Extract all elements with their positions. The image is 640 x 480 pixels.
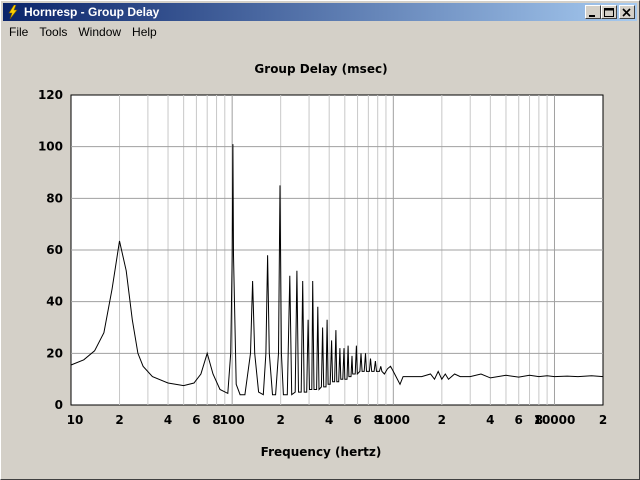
x-tick-label: 6	[192, 413, 200, 427]
x-tick-label: 6	[515, 413, 523, 427]
x-axis-label: Frequency (hertz)	[261, 445, 382, 459]
maximize-button[interactable]	[601, 5, 617, 19]
minimize-icon	[589, 15, 595, 17]
title-bar[interactable]: Hornresp - Group Delay	[3, 3, 637, 21]
x-tick-label: 2	[276, 413, 284, 427]
y-tick-label: 80	[46, 191, 63, 205]
y-axis-ticks: 0 20 40 60 80 100 120	[38, 88, 63, 412]
maximize-icon	[604, 8, 614, 17]
window-controls	[585, 5, 635, 19]
x-tick-label: 10000	[534, 413, 576, 427]
x-axis-ticks: 10 2 4 6 8100 2 4 6 81000 2 4 6 810000 2	[67, 413, 608, 427]
x-tick-label: 2	[599, 413, 607, 427]
chart-title: Group Delay (msec)	[254, 62, 387, 76]
y-tick-label: 20	[46, 346, 63, 360]
x-tick-label: 1000	[377, 413, 410, 427]
x-tick-label: 4	[486, 413, 494, 427]
x-tick-label: 2	[438, 413, 446, 427]
app-window: Hornresp - Group Delay File Tools Window…	[0, 0, 640, 480]
minimize-button[interactable]	[585, 5, 601, 19]
x-tick-label: 4	[164, 413, 172, 427]
x-tick-label: 10	[67, 413, 84, 427]
menu-help[interactable]: Help	[126, 25, 162, 39]
y-tick-label: 100	[38, 140, 63, 154]
menu-tools[interactable]: Tools	[33, 25, 72, 39]
x-tick-label: 6	[353, 413, 361, 427]
x-tick-label: 100	[220, 413, 245, 427]
y-tick-label: 60	[46, 243, 63, 257]
close-button[interactable]	[619, 5, 635, 19]
close-icon	[622, 8, 631, 17]
lightning-bolt-icon	[8, 5, 18, 19]
window-title: Hornresp - Group Delay	[24, 5, 160, 19]
menu-bar: File Tools Window Help	[3, 22, 637, 42]
x-tick-label: 4	[325, 413, 333, 427]
menu-file[interactable]: File	[3, 25, 33, 39]
y-tick-label: 40	[46, 295, 63, 309]
group-delay-chart: Group Delay (msec) 0 20 40 60 80 100 120 10 2 4 6…	[38, 62, 608, 459]
menu-window[interactable]: Window	[72, 25, 126, 39]
y-tick-label: 0	[55, 398, 63, 412]
y-tick-label: 120	[38, 88, 63, 102]
x-tick-label: 2	[115, 413, 123, 427]
